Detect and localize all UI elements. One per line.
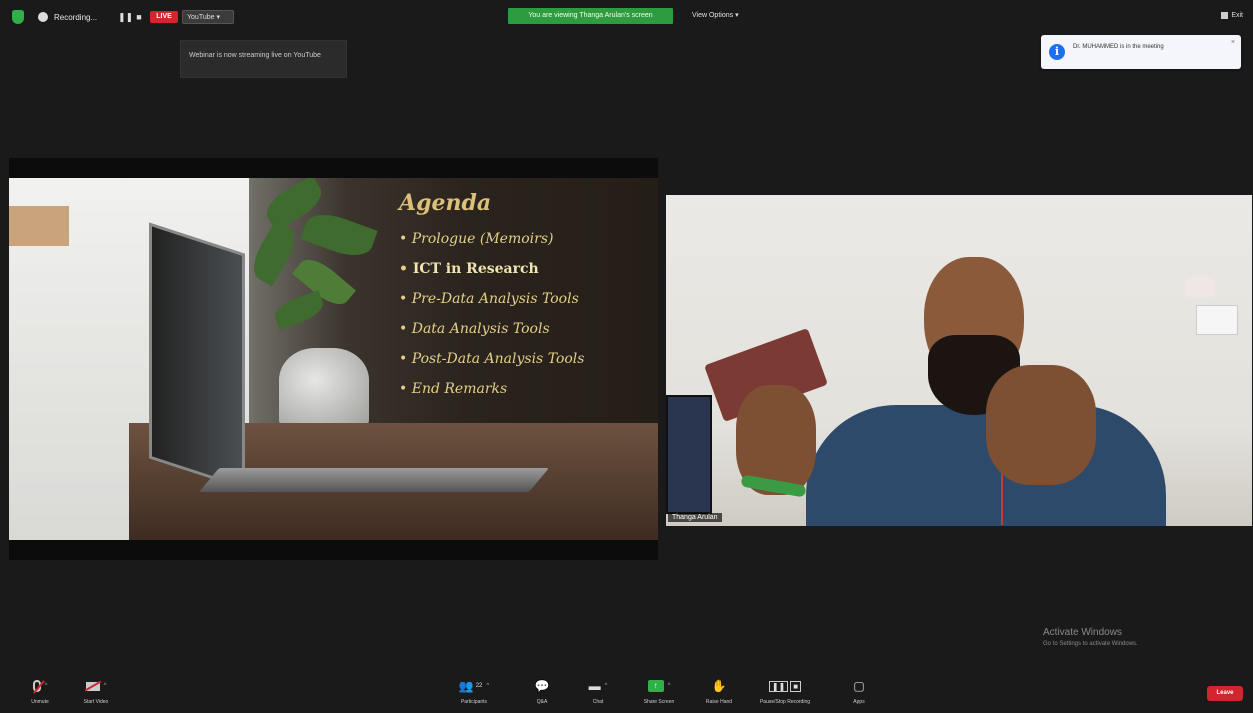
pause-stop-recording-label: Pause/Stop Recording <box>759 699 811 705</box>
vase-image <box>279 348 369 428</box>
live-badge: LIVE <box>150 11 178 23</box>
speaker-right-hand <box>986 365 1096 485</box>
raise-hand-label: Raise Hand <box>705 699 733 705</box>
agenda-item: Data Analysis Tools <box>399 314 649 344</box>
livestream-tooltip: Webinar is now streaming live on YouTube <box>180 40 347 78</box>
raise-hand-button[interactable]: ✋ Raise Hand <box>689 677 749 705</box>
pause-stop-recording-button[interactable]: ❚❚ ■ Pause/Stop Recording <box>755 677 815 705</box>
meeting-controls-bar: ^ Unmute ^ Start Video 👥 22 ^ Participants… <box>0 671 1253 713</box>
unmute-button[interactable]: ^ Unmute <box>10 677 70 705</box>
start-video-label: Start Video <box>83 699 109 705</box>
raise-hand-icon: ✋ <box>711 679 727 693</box>
chevron-up-icon[interactable]: ^ <box>668 683 671 689</box>
close-icon[interactable]: × <box>1231 39 1235 46</box>
participant-name-tag: Thanga Arulan <box>668 513 722 522</box>
laptop-base-image <box>198 468 550 492</box>
participant-video[interactable]: Thanga Arulan <box>666 195 1252 526</box>
watermark-title: Activate Windows <box>1043 627 1122 638</box>
recording-indicator[interactable]: Recording... <box>38 9 97 25</box>
share-screen-icon: ↑ <box>647 680 664 692</box>
chevron-up-icon[interactable]: ^ <box>605 683 608 689</box>
mic-muted-icon <box>32 680 45 694</box>
apps-icon: ▢ <box>853 679 865 693</box>
youtube-dropdown[interactable]: YouTube ▾ <box>182 10 234 24</box>
apps-button[interactable]: ▢ Apps <box>829 677 889 705</box>
agenda-item: Prologue (Memoirs) <box>399 224 649 254</box>
notification-text: Dr. MUHAMMED is in the meeting <box>1073 44 1164 50</box>
join-notification[interactable]: i Dr. MUHAMMED is in the meeting × <box>1041 35 1241 69</box>
participants-label: Participants <box>460 699 488 705</box>
chevron-up-icon[interactable]: ^ <box>486 683 489 689</box>
plant-image <box>234 178 394 368</box>
presentation-slide: Agenda Prologue (Memoirs) ICT in Researc… <box>9 178 658 540</box>
monitor-image <box>666 395 712 514</box>
qa-button[interactable]: 💬 Q&A <box>512 677 572 705</box>
unmute-label: Unmute <box>31 699 49 705</box>
chevron-down-icon: ▾ <box>735 12 739 19</box>
meeting-top-bar: Recording... ❚❚ ■ LIVE YouTube ▾ You are… <box>0 0 1253 34</box>
wall-sign <box>1186 277 1214 297</box>
qa-label: Q&A <box>536 699 548 705</box>
agenda-block: Agenda Prologue (Memoirs) ICT in Researc… <box>399 190 649 404</box>
chat-label: Chat <box>592 699 604 705</box>
agenda-item: Post-Data Analysis Tools <box>399 344 649 374</box>
share-screen-button[interactable]: ↑ ^ Share Screen <box>629 677 689 705</box>
video-off-icon <box>84 680 101 691</box>
share-screen-label: Share Screen <box>643 699 675 705</box>
wall-switch <box>1196 305 1238 335</box>
shared-screen-area: Agenda Prologue (Memoirs) ICT in Researc… <box>9 158 658 560</box>
pause-recording-icon[interactable]: ❚❚ <box>118 12 133 22</box>
stop-icon: ■ <box>790 680 802 692</box>
activate-windows-watermark: Activate Windows Go to Settings to activ… <box>1043 627 1138 647</box>
view-options-button[interactable]: View Options ▾ <box>692 8 739 24</box>
chat-button[interactable]: ▬ ^ Chat <box>568 677 628 705</box>
exit-label: Exit <box>1231 12 1243 19</box>
chevron-up-icon[interactable]: ^ <box>104 683 107 689</box>
info-icon: i <box>1049 44 1065 60</box>
agenda-item: ICT in Research <box>399 254 649 284</box>
view-options-label: View Options <box>692 12 734 19</box>
recording-label: Recording... <box>54 12 98 22</box>
agenda-list: Prologue (Memoirs) ICT in Research Pre-D… <box>399 224 649 404</box>
chevron-up-icon[interactable]: ^ <box>45 683 48 689</box>
chat-icon: ▬ <box>588 679 601 693</box>
agenda-item: Pre-Data Analysis Tools <box>399 284 649 314</box>
slide-shelf-decoration <box>9 206 69 246</box>
slide-title: Agenda <box>399 190 492 216</box>
participants-button[interactable]: 👥 22 ^ Participants <box>444 677 504 705</box>
exit-fullscreen-button[interactable]: Exit <box>1221 12 1243 19</box>
qa-icon: 💬 <box>534 679 550 693</box>
security-shield-icon[interactable] <box>12 10 24 24</box>
participants-icon: 👥 <box>458 679 474 693</box>
chevron-down-icon: ▾ <box>216 14 220 21</box>
viewing-screen-banner: You are viewing Thanga Arulan's screen <box>508 8 673 24</box>
pause-icon: ❚❚ <box>768 680 789 692</box>
start-video-button[interactable]: ^ Start Video <box>66 677 126 705</box>
agenda-item: End Remarks <box>399 374 649 404</box>
watermark-subtitle: Go to Settings to activate Windows. <box>1043 641 1138 647</box>
participants-count: 22 <box>475 683 483 689</box>
youtube-label: YouTube <box>187 14 215 21</box>
laptop-image <box>149 222 245 490</box>
leave-button[interactable]: Leave <box>1207 686 1243 701</box>
stop-recording-icon[interactable]: ■ <box>134 12 144 22</box>
apps-label: Apps <box>853 699 865 705</box>
exit-fullscreen-icon <box>1221 12 1229 19</box>
recording-icon <box>38 12 48 22</box>
